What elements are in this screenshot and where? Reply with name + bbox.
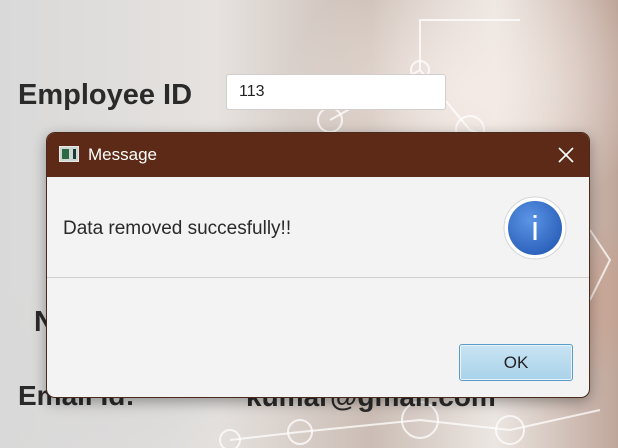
message-dialog: Message Data removed succesfully!! i OK: [46, 132, 590, 398]
dialog-message: Data removed succesfully!!: [63, 218, 292, 239]
dialog-titlebar[interactable]: Message: [47, 133, 589, 177]
employee-id-input[interactable]: 113: [226, 74, 446, 110]
info-icon: i: [503, 196, 567, 260]
dialog-title: Message: [88, 145, 157, 164]
info-glyph: i: [531, 210, 539, 248]
dialog-divider: [47, 277, 589, 278]
employee-id-label: Employee ID: [18, 79, 193, 111]
app-icon: [59, 146, 79, 162]
ok-button[interactable]: OK: [459, 344, 573, 381]
close-button[interactable]: [543, 133, 589, 177]
close-icon[interactable]: [558, 147, 574, 163]
